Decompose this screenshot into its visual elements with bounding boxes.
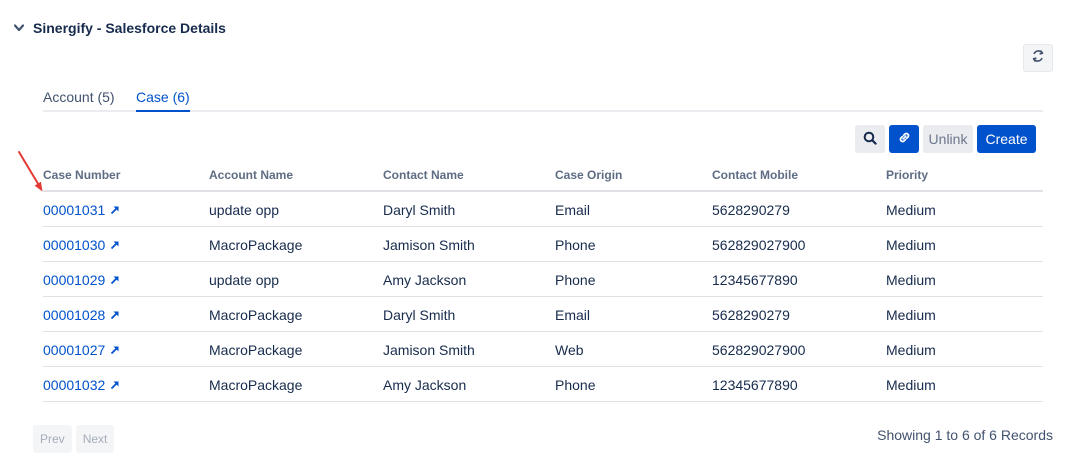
contact-mobile-cell: 562829027900 <box>712 342 806 358</box>
unlink-button[interactable]: Unlink <box>923 125 973 153</box>
external-link-icon[interactable] <box>110 205 120 215</box>
account-name-cell: MacroPackage <box>209 237 303 253</box>
refresh-icon <box>1031 49 1045 68</box>
panel-header[interactable]: Sinergify - Salesforce Details <box>12 20 226 36</box>
table-row: 00001031 update opp Daryl Smith Email 56… <box>43 192 1043 227</box>
contact-name-cell: Daryl Smith <box>383 202 456 218</box>
contact-mobile-cell: 12345677890 <box>712 272 798 288</box>
table-row: 00001027 MacroPackage Jamison Smith Web … <box>43 332 1043 367</box>
external-link-icon[interactable] <box>110 345 120 355</box>
search-button[interactable] <box>855 125 885 153</box>
case-number-link[interactable]: 00001032 <box>43 377 120 393</box>
case-number-text[interactable]: 00001031 <box>43 202 105 218</box>
case-origin-cell: Web <box>555 342 584 358</box>
prev-button[interactable]: Prev <box>33 425 72 453</box>
next-button[interactable]: Next <box>75 425 115 453</box>
panel-title: Sinergify - Salesforce Details <box>33 20 226 36</box>
tab-bar: Account (5) Case (6) <box>43 86 1043 112</box>
account-name-cell: MacroPackage <box>209 377 303 393</box>
table-toolbar: Unlink Create <box>855 125 1036 153</box>
account-name-cell: MacroPackage <box>209 307 303 323</box>
contact-mobile-cell: 12345677890 <box>712 377 798 393</box>
create-button[interactable]: Create <box>977 125 1036 153</box>
table-header: Case Number Account Name Contact Name Ca… <box>43 160 1043 192</box>
case-number-text[interactable]: 00001032 <box>43 377 105 393</box>
pagination: Prev Next <box>33 425 115 453</box>
priority-cell: Medium <box>886 307 936 323</box>
external-link-icon[interactable] <box>110 310 120 320</box>
case-number-link[interactable]: 00001031 <box>43 202 120 218</box>
contact-mobile-cell: 5628290279 <box>712 202 790 218</box>
records-count: Showing 1 to 6 of 6 Records <box>877 427 1053 443</box>
table-row: 00001028 MacroPackage Daryl Smith Email … <box>43 297 1043 332</box>
account-name-cell: update opp <box>209 202 280 218</box>
priority-cell: Medium <box>886 377 936 393</box>
case-origin-cell: Phone <box>555 377 596 393</box>
header-case-origin: Case Origin <box>555 168 623 182</box>
case-table: Case Number Account Name Contact Name Ca… <box>43 160 1043 402</box>
priority-cell: Medium <box>886 272 936 288</box>
table-row: 00001030 MacroPackage Jamison Smith Phon… <box>43 227 1043 262</box>
table-row: 00001032 MacroPackage Amy Jackson Phone … <box>43 367 1043 402</box>
account-name-cell: MacroPackage <box>209 342 303 358</box>
case-number-text[interactable]: 00001029 <box>43 272 105 288</box>
case-number-text[interactable]: 00001027 <box>43 342 105 358</box>
priority-cell: Medium <box>886 202 936 218</box>
link-button[interactable] <box>889 125 919 153</box>
link-icon <box>897 130 912 148</box>
contact-mobile-cell: 5628290279 <box>712 307 790 323</box>
search-icon <box>863 131 877 148</box>
case-origin-cell: Phone <box>555 237 596 253</box>
header-contact-mobile: Contact Mobile <box>712 168 798 182</box>
priority-cell: Medium <box>886 237 936 253</box>
external-link-icon[interactable] <box>110 275 120 285</box>
case-number-text[interactable]: 00001028 <box>43 307 105 323</box>
contact-name-cell: Amy Jackson <box>383 377 467 393</box>
table-row: 00001029 update opp Amy Jackson Phone 12… <box>43 262 1043 297</box>
refresh-button[interactable] <box>1023 44 1053 72</box>
external-link-icon[interactable] <box>110 380 120 390</box>
priority-cell: Medium <box>886 342 936 358</box>
external-link-icon[interactable] <box>110 240 120 250</box>
case-number-link[interactable]: 00001030 <box>43 237 120 253</box>
contact-name-cell: Amy Jackson <box>383 272 467 288</box>
contact-mobile-cell: 562829027900 <box>712 237 806 253</box>
case-number-link[interactable]: 00001028 <box>43 307 120 323</box>
chevron-down-icon[interactable] <box>12 21 26 35</box>
annotation-arrow-icon <box>18 151 43 192</box>
case-origin-cell: Phone <box>555 272 596 288</box>
tab-case[interactable]: Case (6) <box>136 89 190 112</box>
header-account-name: Account Name <box>209 168 294 182</box>
case-origin-cell: Email <box>555 202 591 218</box>
case-number-link[interactable]: 00001029 <box>43 272 120 288</box>
contact-name-cell: Jamison Smith <box>383 342 475 358</box>
tab-account[interactable]: Account (5) <box>43 89 115 110</box>
header-case-number: Case Number <box>43 168 121 182</box>
header-priority: Priority <box>886 168 929 182</box>
case-number-text[interactable]: 00001030 <box>43 237 105 253</box>
case-number-link[interactable]: 00001027 <box>43 342 120 358</box>
account-name-cell: update opp <box>209 272 280 288</box>
header-contact-name: Contact Name <box>383 168 464 182</box>
contact-name-cell: Daryl Smith <box>383 307 456 323</box>
contact-name-cell: Jamison Smith <box>383 237 475 253</box>
case-origin-cell: Email <box>555 307 591 323</box>
